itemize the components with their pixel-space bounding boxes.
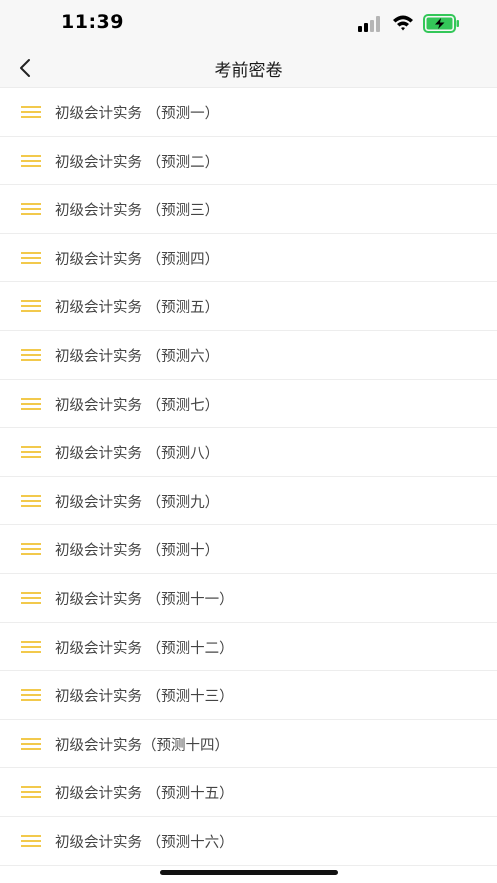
list-item-label: 初级会计实务 （预测十三） [55,689,234,706]
list-item-label: 初级会计实务 （预测二） [55,154,220,171]
status-bar: 11:39 [0,0,497,48]
list-item-label: 初级会计实务 （预测九） [55,494,220,511]
list-item[interactable]: 初级会计实务 （预测八） [0,428,497,477]
menu-lines-icon [21,348,41,361]
list-item-label: 初级会计实务 （预测八） [55,446,220,463]
list-item-label: 初级会计实务 （预测四） [55,251,220,268]
list-item-label: 初级会计实务（预测十四） [55,737,229,754]
list-item-label: 初级会计实务 （预测十一） [55,591,234,608]
list-item-label: 初级会计实务 （预测五） [55,300,220,317]
home-indicator [160,870,338,875]
list-item-label: 初级会计实务 （预测一） [55,106,220,122]
menu-lines-icon [21,737,41,750]
page-title: 考前密卷 [214,61,283,81]
list-item-label: 初级会计实务 （预测七） [55,397,220,414]
menu-lines-icon [21,494,41,507]
list-item[interactable]: 初级会计实务 （预测四） [0,234,497,283]
menu-lines-icon [21,640,41,653]
exam-list: 初级会计实务 （预测一） 初级会计实务 （预测二） 初级会计实务 （预测三） 初级会计… [0,88,497,866]
list-item[interactable]: 初级会计实务 （预测十一） [0,574,497,623]
menu-lines-icon [21,203,41,216]
list-item[interactable]: 初级会计实务 （预测十二） [0,623,497,672]
menu-lines-icon [21,300,41,313]
list-item-label: 初级会计实务 （预测十二） [55,640,234,657]
menu-lines-icon [21,251,41,264]
list-item[interactable]: 初级会计实务 （预测十三） [0,671,497,720]
menu-lines-icon [21,834,41,847]
list-item[interactable]: 初级会计实务 （预测二） [0,137,497,186]
menu-lines-icon [21,543,41,556]
menu-lines-icon [21,106,41,118]
list-item[interactable]: 初级会计实务 （预测十五） [0,768,497,817]
list-item-label: 初级会计实务 （预测十五） [55,786,234,803]
menu-lines-icon [21,689,41,702]
signal-icon [358,16,380,32]
menu-lines-icon [21,446,41,459]
menu-lines-icon [21,591,41,604]
list-item[interactable]: 初级会计实务 （预测五） [0,282,497,331]
list-item[interactable]: 初级会计实务 （预测九） [0,477,497,526]
screen: 11:39 考前密卷 初级会计实务 （预测一） 初级会计实务 （预测二） 初级会计实… [0,0,497,883]
list-item-label: 初级会计实务 （预测三） [55,203,220,220]
menu-lines-icon [21,786,41,799]
list-item[interactable]: 初级会计实务 （预测六） [0,331,497,380]
list-item[interactable]: 初级会计实务 （预测七） [0,380,497,429]
list-item[interactable]: 初级会计实务 （预测三） [0,185,497,234]
list-item-label: 初级会计实务 （预测十） [55,543,220,560]
wifi-icon [393,15,413,31]
list-item-label: 初级会计实务 （预测六） [55,348,220,365]
menu-lines-icon [21,154,41,167]
list-item-label: 初级会计实务 （预测十六） [55,834,234,851]
battery-charging-icon [423,14,459,33]
status-time: 11:39 [61,11,124,33]
list-item[interactable]: 初级会计实务（预测十四） [0,720,497,769]
nav-bar: 考前密卷 [0,48,497,88]
list-item[interactable]: 初级会计实务 （预测一） [0,88,497,137]
list-item[interactable]: 初级会计实务 （预测十） [0,525,497,574]
list-item[interactable]: 初级会计实务 （预测十六） [0,817,497,866]
menu-lines-icon [21,397,41,410]
